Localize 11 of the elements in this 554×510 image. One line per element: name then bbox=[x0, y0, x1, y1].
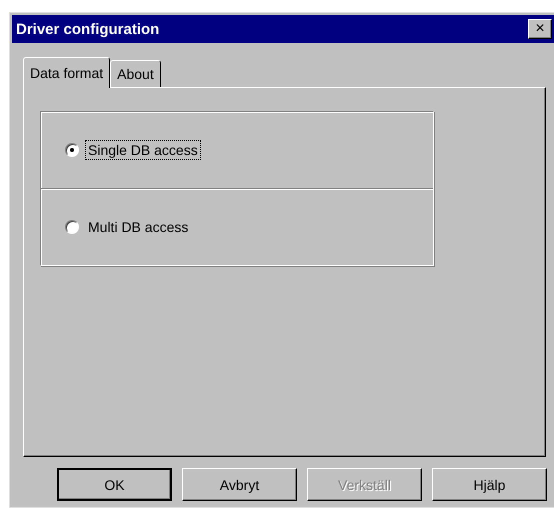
radio-button[interactable] bbox=[65, 220, 79, 234]
tab[interactable]: About bbox=[110, 60, 161, 87]
radio-button[interactable] bbox=[65, 143, 79, 157]
tab[interactable]: Data format bbox=[23, 57, 110, 88]
close-button[interactable]: × bbox=[528, 19, 552, 39]
dialog-button[interactable]: OK bbox=[57, 468, 172, 501]
dialog-button[interactable]: Hjälp bbox=[432, 468, 547, 501]
dialog-button[interactable]: Avbryt bbox=[182, 468, 297, 501]
window-title: Driver configuration bbox=[16, 20, 160, 38]
radio-label[interactable]: Single DB access bbox=[85, 140, 201, 160]
radio-label[interactable]: Multi DB access bbox=[85, 217, 192, 237]
